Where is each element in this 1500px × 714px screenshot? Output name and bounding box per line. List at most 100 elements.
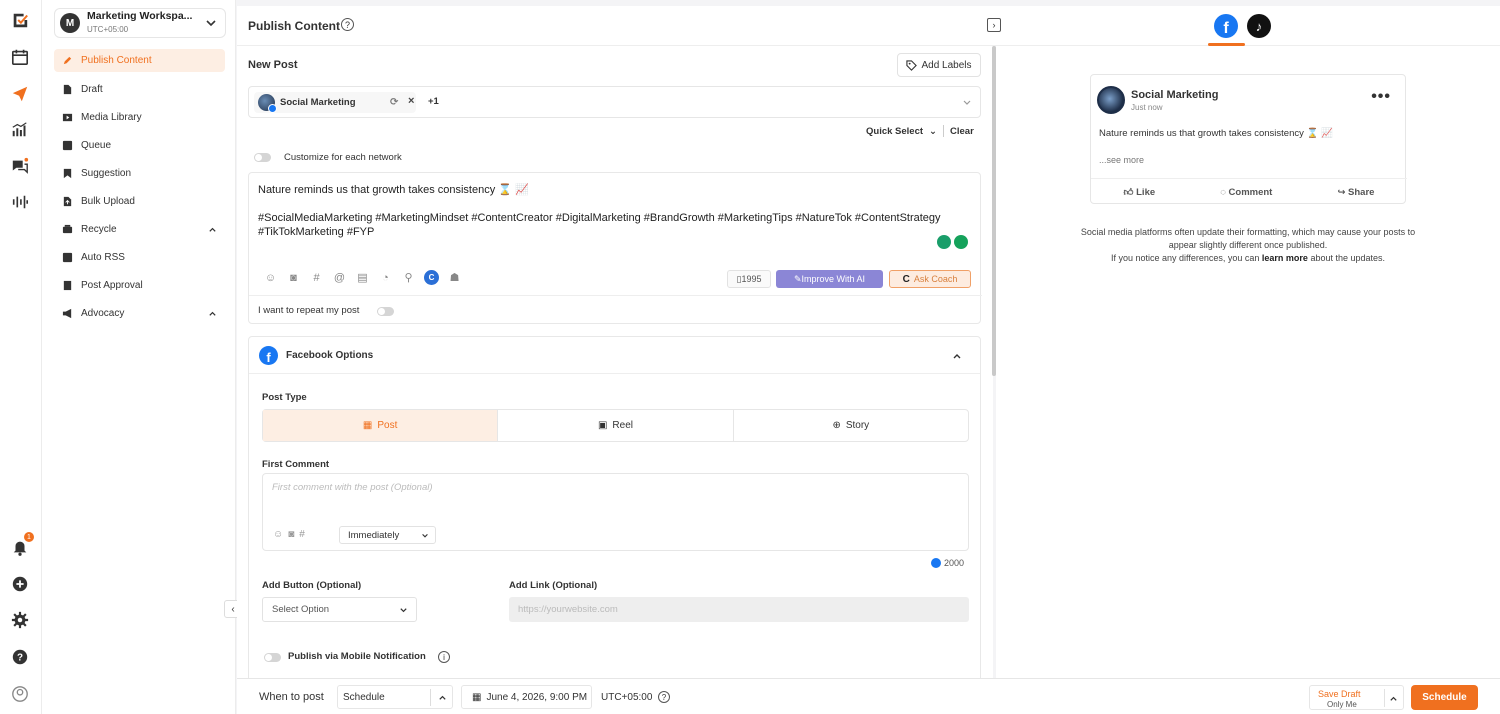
- repeat-post-label: I want to repeat my post: [258, 305, 360, 316]
- chevron-up-icon[interactable]: [952, 351, 962, 361]
- hashtag-icon[interactable]: #: [309, 270, 324, 285]
- workspace-avatar: M: [60, 13, 80, 33]
- save-draft-button[interactable]: Save Draft Only Me: [1309, 685, 1404, 710]
- idea-icon[interactable]: [937, 235, 951, 249]
- improve-with-ai-button[interactable]: ✎ Improve With AI: [776, 270, 883, 288]
- calendar-icon[interactable]: [10, 47, 30, 67]
- share-icon: ↪: [1337, 186, 1349, 198]
- refresh-icon[interactable]: ⟳: [390, 97, 400, 108]
- schedule-mode-select[interactable]: Schedule: [337, 685, 453, 709]
- megaphone-icon: [62, 308, 72, 319]
- mobile-notification-toggle[interactable]: [264, 653, 281, 662]
- sidebar-item-recycle[interactable]: Recycle: [54, 218, 225, 241]
- settings-gear-icon[interactable]: [10, 610, 30, 630]
- pencil-icon: [63, 56, 72, 65]
- add-icon[interactable]: [10, 574, 30, 594]
- first-comment-input[interactable]: First comment with the post (Optional) ☺…: [262, 473, 969, 551]
- bot-icon[interactable]: ☗: [447, 270, 462, 285]
- post-time: Just now: [1131, 103, 1163, 112]
- chart-icon[interactable]: ◔: [378, 270, 393, 285]
- emoji-icon[interactable]: ☺: [273, 529, 283, 540]
- add-link-input[interactable]: https://yourwebsite.com: [509, 597, 969, 622]
- remove-account-icon[interactable]: ×: [408, 95, 414, 107]
- location-icon[interactable]: ⚲: [401, 270, 416, 285]
- sidebar-item-auto-rss[interactable]: Auto RSS: [54, 246, 225, 269]
- sidebar-item-suggestion[interactable]: Suggestion: [54, 162, 225, 185]
- chevron-down-icon: [206, 20, 216, 27]
- hashtag-icon[interactable]: #: [299, 529, 305, 540]
- preview-panel: Social Marketing Just now ••• Nature rem…: [996, 46, 1500, 678]
- analytics-icon[interactable]: [10, 120, 30, 140]
- date-picker[interactable]: ▦ June 4, 2026, 9:00 PM: [461, 685, 592, 709]
- sidebar-item-queue[interactable]: Queue: [54, 134, 225, 157]
- facebook-icon[interactable]: f: [1214, 14, 1238, 38]
- publish-icon[interactable]: [10, 84, 30, 104]
- sidebar-item-media-library[interactable]: Media Library: [54, 106, 225, 129]
- post-type-story[interactable]: ⊕ Story: [734, 410, 968, 441]
- page-title: Publish Content: [248, 19, 340, 33]
- account-selector[interactable]: Social Marketing ⟳ × +1: [248, 86, 981, 118]
- ask-coach-button[interactable]: C Ask Coach: [889, 270, 971, 288]
- sidebar-item-post-approval[interactable]: Post Approval: [54, 274, 225, 297]
- post-type-post[interactable]: ▦ Post: [263, 410, 499, 441]
- add-button-label: Add Button (Optional): [262, 580, 362, 591]
- learn-more-link[interactable]: learn more: [1262, 253, 1308, 263]
- add-button-select[interactable]: Select Option: [262, 597, 417, 622]
- camera-icon[interactable]: ◙: [286, 270, 301, 285]
- comment-timing-select[interactable]: Immediately: [339, 526, 436, 544]
- facebook-post-preview: Social Marketing Just now ••• Nature rem…: [1090, 74, 1407, 204]
- see-more-link[interactable]: ...see more: [1099, 155, 1144, 165]
- mention-icon[interactable]: @: [332, 270, 347, 285]
- workspace-switcher[interactable]: M Marketing Workspa... UTC+05:00: [54, 8, 226, 38]
- app-logo-icon[interactable]: [10, 10, 30, 30]
- quick-select-dropdown[interactable]: Quick Select: [866, 126, 923, 137]
- extra-accounts-count[interactable]: +1: [428, 96, 439, 107]
- canva-icon[interactable]: C: [424, 270, 439, 285]
- sidebar-item-publish-content[interactable]: Publish Content: [54, 49, 225, 72]
- chevron-up-icon[interactable]: [1389, 694, 1398, 703]
- notification-badge: 1: [24, 532, 34, 542]
- svg-text:?: ?: [17, 653, 23, 664]
- notification-bell-icon[interactable]: 1: [10, 532, 34, 557]
- schedule-button[interactable]: Schedule: [1411, 685, 1478, 710]
- icon-rail: 1 ?: [0, 0, 42, 714]
- first-comment-placeholder: First comment with the post (Optional): [272, 482, 433, 493]
- inbox-icon[interactable]: [10, 156, 30, 176]
- account-avatar: [258, 94, 277, 113]
- help-icon[interactable]: ?: [341, 18, 354, 31]
- toggle-preview-icon[interactable]: ›: [987, 18, 1001, 32]
- more-options-icon[interactable]: •••: [1371, 88, 1391, 106]
- share-button[interactable]: ↪ Share: [1337, 187, 1374, 198]
- sidebar-item-bulk-upload[interactable]: Bulk Upload: [54, 190, 225, 213]
- facebook-options-panel: f Facebook Options Post Type ▦ Post ▣ Reel…: [248, 336, 981, 678]
- camera-icon[interactable]: ◙: [288, 529, 294, 540]
- repeat-post-toggle[interactable]: [377, 307, 394, 316]
- tiktok-icon[interactable]: ♪: [1247, 14, 1271, 38]
- customize-toggle[interactable]: [254, 153, 271, 162]
- sidebar: M Marketing Workspa... UTC+05:00 Publish…: [42, 0, 236, 714]
- emoji-icon[interactable]: ☺: [263, 270, 278, 285]
- listening-icon[interactable]: [10, 192, 30, 212]
- draft-visibility: Only Me: [1327, 700, 1357, 709]
- facebook-options-header[interactable]: f Facebook Options: [249, 337, 980, 374]
- post-composer[interactable]: Nature reminds us that growth takes cons…: [248, 172, 982, 324]
- like-button[interactable]: 👍︎ Like: [1124, 186, 1156, 198]
- grammarly-icon[interactable]: [954, 235, 968, 249]
- add-labels-button[interactable]: Add Labels: [897, 53, 981, 77]
- comment-icon: ◌: [1220, 186, 1229, 198]
- chevron-down-icon[interactable]: [962, 98, 972, 108]
- post-type-reel[interactable]: ▣ Reel: [498, 410, 734, 441]
- thumbs-up-icon: 👍︎: [1123, 187, 1137, 198]
- sidebar-item-draft[interactable]: Draft: [54, 78, 225, 101]
- clear-button[interactable]: Clear: [950, 126, 974, 137]
- comment-button[interactable]: ◌ Comment: [1220, 187, 1272, 198]
- help-icon[interactable]: ?: [10, 647, 30, 667]
- coach-icon: C: [902, 273, 910, 285]
- help-icon[interactable]: ?: [658, 691, 670, 703]
- info-icon[interactable]: i: [438, 651, 450, 663]
- post-hashtags: #SocialMediaMarketing #MarketingMindset …: [258, 212, 941, 238]
- account-chip[interactable]: Social Marketing ⟳ ×: [254, 92, 416, 113]
- sidebar-item-advocacy[interactable]: Advocacy: [54, 302, 225, 325]
- profile-avatar-icon[interactable]: [10, 684, 30, 704]
- document-icon[interactable]: ▤: [355, 270, 370, 285]
